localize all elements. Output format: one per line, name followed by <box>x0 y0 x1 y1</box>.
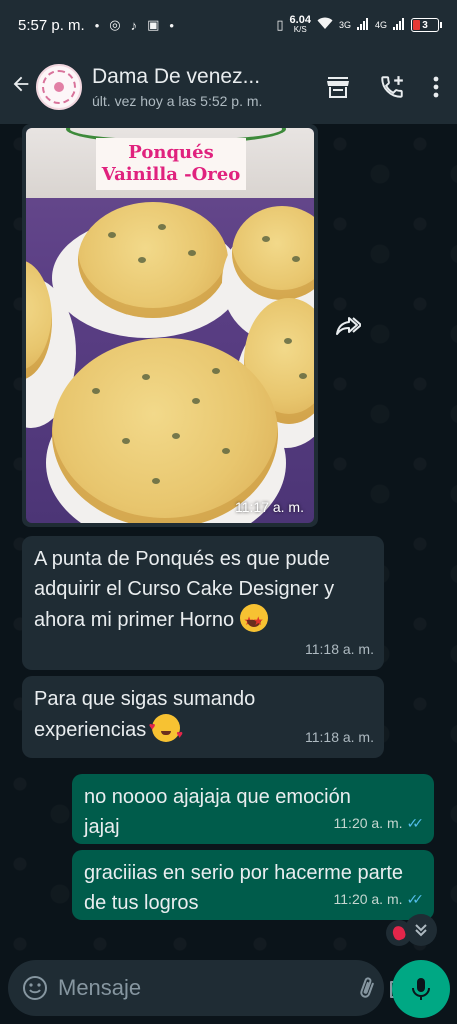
message-input[interactable] <box>58 975 346 1001</box>
image-message[interactable]: Ponqués Vainilla -Oreo 11:17 a. m. <box>22 124 318 527</box>
contact-info[interactable]: Dama De venez... últ. vez hoy a las 5:52… <box>92 65 292 109</box>
notification-dot-icon: • <box>94 17 100 33</box>
avatar-logo <box>42 70 76 104</box>
read-receipt-icon: ✓✓ <box>406 815 425 831</box>
emoji-picker-icon[interactable] <box>22 975 48 1001</box>
cupcake-top-center <box>78 202 228 318</box>
battery-level-fill <box>413 20 420 30</box>
cupcake-front <box>52 338 278 523</box>
chat-area[interactable]: Ponqués Vainilla -Oreo 11:17 a. m. A pun… <box>0 124 457 954</box>
storefront-icon[interactable] <box>325 75 351 99</box>
battery-level: 3 <box>422 19 428 31</box>
read-receipt-icon: ✓✓ <box>406 891 425 907</box>
outgoing-message[interactable]: graciiias en serio por hacerme parte de … <box>72 850 434 920</box>
star-struck-emoji-icon <box>239 604 268 636</box>
contact-avatar[interactable] <box>36 64 82 110</box>
add-call-icon[interactable] <box>379 74 405 100</box>
status-bar: 5:57 p. m. • ◎ ♪ ▣ • ▯ 6.04 K/S 3G 4G 3 <box>0 0 457 50</box>
network-speed-value: 6.04 <box>289 14 311 26</box>
more-notifications-icon: • <box>169 17 174 33</box>
photo-title-line-1: Ponqués <box>128 142 214 163</box>
chat-header: Dama De venez... últ. vez hoy a las 5:52… <box>0 50 457 124</box>
attach-icon[interactable] <box>356 975 378 1001</box>
photo-title-line-2: Vainilla -Oreo <box>101 164 241 185</box>
instagram-icon: ◎ <box>109 17 121 32</box>
status-time: 5:57 p. m. <box>18 16 85 34</box>
more-options-icon[interactable] <box>433 76 439 98</box>
last-seen-status: últ. vez hoy a las 5:52 p. m. <box>92 93 263 109</box>
vibrate-icon: ▯ <box>276 17 284 32</box>
incoming-message[interactable]: Para que sigas sumando experiencias 11:1… <box>22 676 384 758</box>
network-speed: 6.04 K/S <box>290 15 311 35</box>
microphone-icon <box>412 978 430 1000</box>
cake-photo[interactable]: Ponqués Vainilla -Oreo 11:17 a. m. <box>26 128 314 523</box>
message-text: A punta de Ponqués es que pude adquirir … <box>34 548 335 631</box>
photo-overlay-title: Ponqués Vainilla -Oreo <box>96 138 246 190</box>
message-time: 11:17 a. m. <box>234 499 304 515</box>
battery-icon: 3 <box>411 18 442 32</box>
outgoing-message[interactable]: no noooo ajajaja que emoción jajaj 11:20… <box>72 774 434 844</box>
wifi-icon <box>317 17 333 33</box>
message-text: Para que sigas sumando experiencias <box>34 688 256 741</box>
message-time: 11:20 a. m. <box>333 815 403 831</box>
contact-name: Dama De venez... <box>92 65 261 88</box>
voice-message-button[interactable] <box>392 960 450 1018</box>
incoming-message[interactable]: A punta de Ponqués es que pude adquirir … <box>22 536 384 670</box>
forward-button[interactable] <box>330 308 366 344</box>
news-icon: ▣ <box>147 17 160 32</box>
smiling-face-with-hearts-emoji-icon <box>149 712 183 750</box>
scroll-to-bottom-button[interactable] <box>405 914 437 946</box>
signal-type-2: 4G <box>374 20 387 30</box>
signal-type-1: 3G <box>338 20 351 30</box>
message-time: 11:20 a. m. <box>333 891 403 907</box>
back-arrow-icon[interactable] <box>10 73 36 102</box>
network-speed-unit: K/S <box>293 25 307 34</box>
message-time: 11:18 a. m. <box>304 641 374 657</box>
message-time: 11:18 a. m. <box>304 729 374 745</box>
signal-bars-icon-2 <box>393 17 405 33</box>
signal-bars-icon <box>356 17 369 33</box>
message-composer <box>8 960 412 1016</box>
tiktok-icon: ♪ <box>130 17 138 33</box>
